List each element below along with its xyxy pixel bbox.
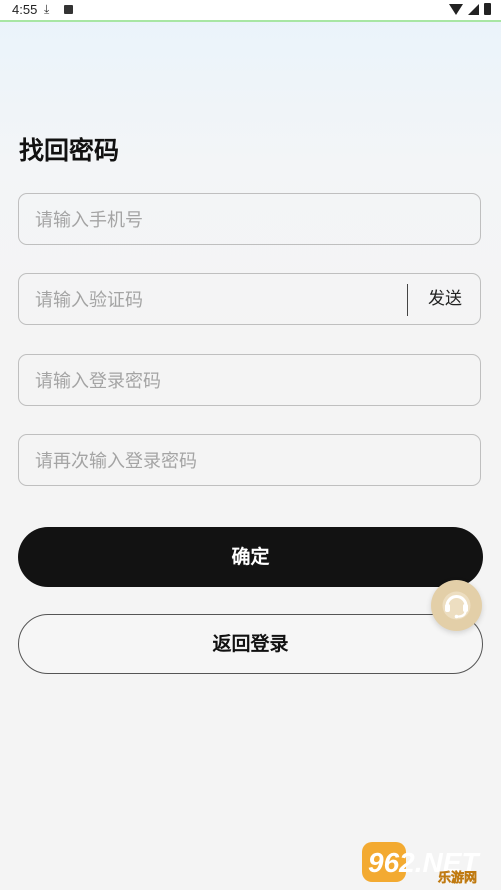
app-notification-icon [64,5,73,14]
phone-field[interactable] [18,193,481,246]
status-bar: 4:55 ⤓ [0,0,501,22]
customer-service-headset-icon [442,591,471,620]
battery-icon [484,3,491,15]
wifi-icon [449,3,463,15]
send-code-button[interactable]: 发送 [409,274,481,324]
watermark-sub: 乐游网 [438,870,477,886]
page-title: 找回密码 [19,136,120,165]
password-input[interactable] [33,355,417,407]
back-to-login-button[interactable]: 返回登录 [18,614,483,674]
code-field[interactable]: 发送 [18,273,481,326]
confirm-password-input[interactable] [33,435,417,487]
password-field[interactable] [18,354,481,407]
customer-service-button[interactable] [431,580,482,631]
confirm-password-field[interactable] [18,434,481,487]
code-input[interactable] [33,274,397,326]
site-watermark-logo: 962.NET 乐游网 [362,842,481,886]
signal-icon [468,3,479,15]
download-icon: ⤓ [44,2,50,16]
confirm-button[interactable]: 确定 [18,527,483,587]
phone-input[interactable] [33,194,417,246]
status-icons [449,3,491,15]
code-divider [407,284,408,316]
status-time: 4:55 [12,2,38,17]
